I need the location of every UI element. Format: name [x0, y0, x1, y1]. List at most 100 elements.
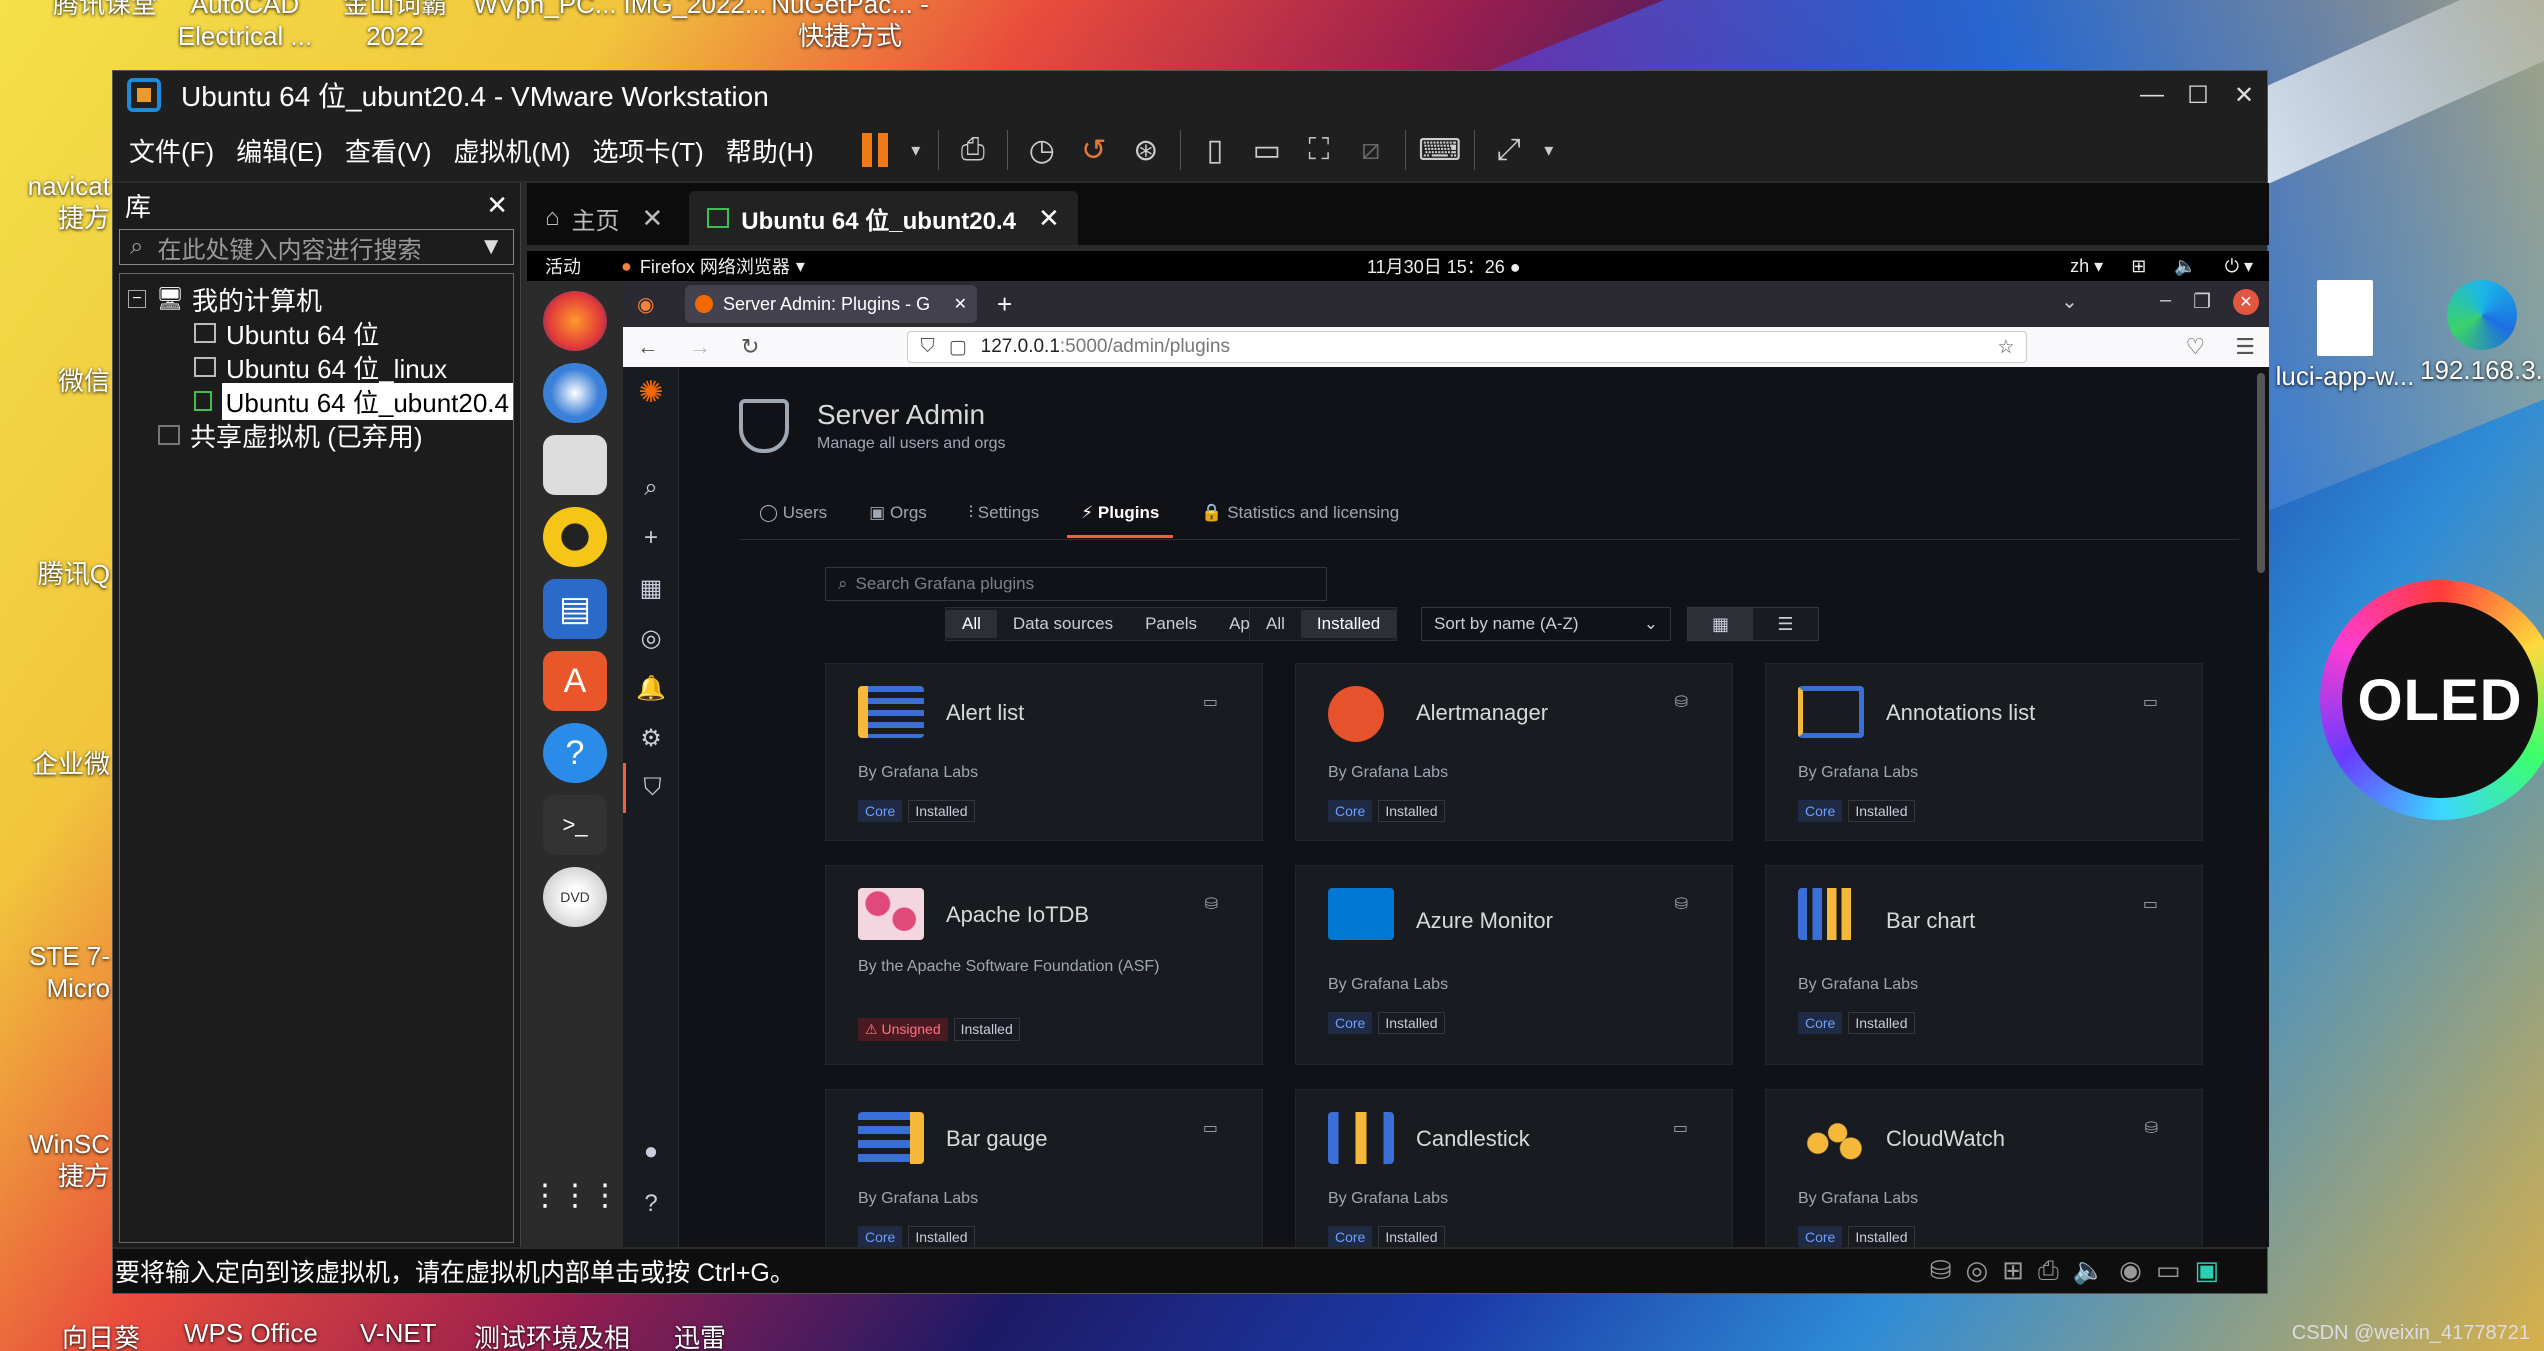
- network-adapter-icon[interactable]: ⊞: [2002, 1255, 2024, 1287]
- desktop-icon[interactable]: navicat 捷方: [0, 170, 110, 234]
- library-search-input[interactable]: ⌕ 在此处键入内容进行搜索 ▼: [119, 229, 514, 265]
- explore-icon[interactable]: ◎: [623, 613, 679, 663]
- revert-snapshot-icon[interactable]: ↺: [1072, 128, 1116, 172]
- desktop-icon[interactable]: STE 7-Micro: [0, 940, 110, 1004]
- desktop-icon[interactable]: NuGetPac... - 快捷方式: [770, 0, 930, 52]
- plugin-search-input[interactable]: ⌕ Search Grafana plugins: [825, 567, 1327, 601]
- menu-tabs[interactable]: 选项卡(T): [593, 132, 704, 169]
- tab-list-icon[interactable]: ⌄: [2061, 289, 2078, 315]
- snapshot-manager-icon[interactable]: ⊛: [1124, 128, 1168, 172]
- tab-statistics[interactable]: 🔒 Statistics and licensing: [1187, 495, 1413, 538]
- desktop-icon[interactable]: 腾讯课堂: [30, 0, 180, 20]
- plugin-card[interactable]: Azure Monitor ⛁ By Grafana Labs Core Inst…: [1295, 865, 1733, 1065]
- bookmark-star-icon[interactable]: ☆: [1997, 336, 2014, 359]
- library-view-icon[interactable]: ▯: [1193, 128, 1237, 172]
- taskbar-item[interactable]: 向日葵: [62, 1318, 140, 1351]
- close-icon[interactable]: ✕: [1038, 203, 1060, 234]
- camera-icon[interactable]: ◉: [2119, 1255, 2142, 1287]
- desktop-icon[interactable]: 192.168.3.: [2420, 280, 2544, 386]
- tab-home[interactable]: ⌂ 主页 ✕: [527, 191, 681, 245]
- list-view-icon[interactable]: ☰: [1753, 608, 1818, 640]
- filter-state-all[interactable]: All: [1250, 610, 1301, 638]
- desktop-icon[interactable]: 金山词霸 2022: [320, 0, 470, 52]
- lang-indicator[interactable]: zh ▾: [2070, 256, 2103, 277]
- desktop-icon[interactable]: WinSC 捷方: [0, 1128, 110, 1192]
- chevron-down-icon[interactable]: ▾: [1539, 128, 1559, 172]
- stretch-icon[interactable]: ⤢: [1487, 128, 1531, 172]
- rhythmbox-icon[interactable]: [543, 507, 607, 567]
- app-menu[interactable]: Firefox 网络浏览器: [640, 253, 790, 279]
- taskbar-item[interactable]: V-NET: [360, 1318, 437, 1349]
- unity-icon[interactable]: ⧄: [1349, 128, 1393, 172]
- menu-vm[interactable]: 虚拟机(M): [454, 132, 571, 169]
- console-icon[interactable]: ⌨: [1418, 128, 1462, 172]
- collapse-icon[interactable]: −: [128, 290, 146, 308]
- maximize-icon[interactable]: ☐: [2175, 71, 2221, 119]
- chevron-down-icon[interactable]: ▼: [479, 233, 503, 261]
- tree-node-shared[interactable]: 共享虚拟机 (已弃用): [120, 418, 513, 452]
- plus-icon[interactable]: +: [623, 513, 679, 563]
- back-icon[interactable]: ←: [637, 334, 659, 360]
- reload-icon[interactable]: ↻: [741, 334, 759, 360]
- help-icon[interactable]: ?: [623, 1179, 679, 1229]
- desktop-icon[interactable]: 腾讯Q: [0, 558, 110, 590]
- firefox-view-icon[interactable]: ◉: [637, 292, 654, 317]
- server-admin-shield-icon[interactable]: ⛉: [623, 763, 679, 813]
- printer-icon[interactable]: ⎙: [2038, 1255, 2059, 1287]
- pocket-icon[interactable]: ♡: [2186, 334, 2206, 360]
- filter-all[interactable]: All: [946, 610, 997, 638]
- fullscreen-icon[interactable]: ⛶: [1297, 128, 1341, 172]
- power-icon[interactable]: ⏻ ▾: [2225, 256, 2253, 277]
- tab-settings[interactable]: ⫶ Settings: [955, 495, 1053, 538]
- tab-plugins[interactable]: ⚡ Plugins: [1067, 495, 1174, 538]
- menu-icon[interactable]: ☰: [2235, 334, 2255, 360]
- thunderbird-icon[interactable]: [543, 363, 607, 423]
- new-tab-button[interactable]: +: [997, 289, 1012, 320]
- send-ctrl-alt-del-icon[interactable]: ⎙: [951, 128, 995, 172]
- configuration-gear-icon[interactable]: ⚙: [623, 713, 679, 763]
- sort-select[interactable]: Sort by name (A-Z) ⌄: [1421, 607, 1671, 641]
- files-icon[interactable]: [543, 435, 607, 495]
- minimize-icon[interactable]: —: [2129, 71, 2175, 119]
- sound-icon[interactable]: 🔈: [2073, 1255, 2105, 1287]
- tree-node-vm-selected[interactable]: Ubuntu 64 位_ubunt20.4: [120, 382, 513, 420]
- clock[interactable]: 11月30日 15：26 ●: [1367, 253, 1521, 279]
- snapshot-icon[interactable]: ◷: [1020, 128, 1064, 172]
- software-icon[interactable]: A: [543, 651, 607, 711]
- minimize-icon[interactable]: –: [2160, 289, 2171, 315]
- taskbar-item[interactable]: 测试环境及相: [474, 1318, 630, 1351]
- forward-icon[interactable]: →: [689, 334, 711, 360]
- browser-tab[interactable]: Server Admin: Plugins - G ✕: [685, 285, 977, 323]
- plugin-card[interactable]: Bar gauge ▭ By Grafana Labs Core Installe…: [825, 1089, 1263, 1247]
- filter-panels[interactable]: Panels: [1129, 610, 1213, 638]
- menu-file[interactable]: 文件(F): [129, 132, 214, 169]
- taskbar-item[interactable]: 迅雷: [674, 1318, 726, 1351]
- search-icon[interactable]: ⌕: [623, 463, 679, 513]
- close-icon[interactable]: ✕: [642, 203, 664, 234]
- firefox-icon[interactable]: [543, 291, 607, 351]
- desktop-icon[interactable]: luci-app-w...: [2270, 280, 2420, 392]
- plugin-card[interactable]: Alertmanager ⛁ By Grafana Labs Core Insta…: [1295, 663, 1733, 841]
- menu-view[interactable]: 查看(V): [345, 132, 432, 169]
- menu-edit[interactable]: 编辑(E): [236, 132, 323, 169]
- filter-data-sources[interactable]: Data sources: [997, 610, 1129, 638]
- filter-installed[interactable]: Installed: [1300, 610, 1397, 638]
- user-avatar-icon[interactable]: ●: [623, 1127, 679, 1177]
- hard-disk-icon[interactable]: ⛁: [1930, 1255, 1952, 1287]
- tab-users[interactable]: ◯ Users: [745, 495, 841, 538]
- writer-icon[interactable]: ▤: [543, 579, 607, 639]
- page-scrollbar[interactable]: [2257, 373, 2265, 573]
- desktop-icon[interactable]: 企业微: [0, 748, 110, 780]
- volume-icon[interactable]: 🔈: [2174, 256, 2196, 277]
- plugin-card[interactable]: Bar chart ▭ By Grafana Labs Core Installe…: [1765, 865, 2203, 1065]
- plugin-card[interactable]: CloudWatch ⛁ By Grafana Labs Core Install…: [1765, 1089, 2203, 1247]
- desktop-icon[interactable]: WVph_PC...: [470, 0, 620, 20]
- grid-view-icon[interactable]: ▦: [1688, 608, 1753, 640]
- restore-icon[interactable]: ❐: [2193, 289, 2211, 315]
- help-icon[interactable]: ?: [543, 723, 607, 783]
- tree-node-my-computer[interactable]: − 🖥 我的计算机: [120, 282, 513, 316]
- activities-button[interactable]: 活动: [545, 253, 581, 279]
- message-icon[interactable]: ▣: [2194, 1255, 2219, 1287]
- close-icon[interactable]: ✕: [954, 294, 967, 314]
- tab-vm[interactable]: Ubuntu 64 位_ubunt20.4 ✕: [689, 191, 1078, 245]
